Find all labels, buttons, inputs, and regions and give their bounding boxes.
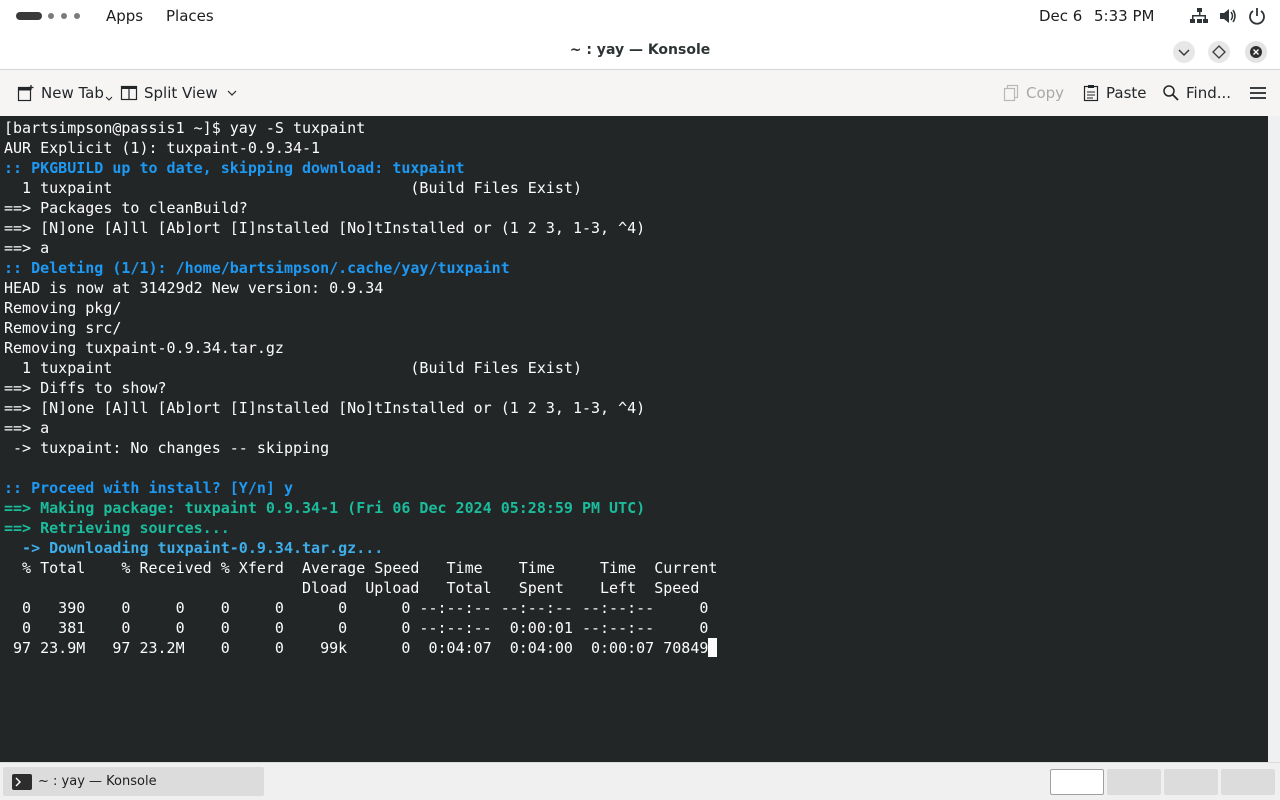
bottom-taskbar: ~ : yay — Konsole	[0, 762, 1280, 800]
terminal-line: 1 tuxpaint (Build Files Exist)	[4, 179, 582, 197]
terminal-line: HEAD is now at 31429d2 New version: 0.9.…	[4, 279, 384, 297]
terminal-line: :: Proceed with install? [Y/n] y	[4, 479, 293, 497]
copy-button[interactable]: Copy	[1002, 83, 1064, 103]
volume-icon[interactable]	[1219, 7, 1237, 25]
taskbar-item-label: ~ : yay — Konsole	[38, 774, 157, 789]
terminal-line: Dload Upload Total Spent Left Speed	[4, 579, 700, 597]
clock-date[interactable]: Dec 6	[1039, 7, 1082, 25]
activities-indicator[interactable]	[16, 12, 80, 20]
terminal-line: ==> [N]one [A]ll [Ab]ort [I]nstalled [No…	[4, 219, 646, 237]
new-tab-label: New Tab	[41, 84, 104, 102]
workspace-2[interactable]	[1107, 769, 1161, 795]
terminal-line: :: PKGBUILD up to date, skipping downloa…	[4, 159, 465, 177]
terminal-line: [bartsimpson@passis1 ~]$ yay -S tuxpaint	[4, 119, 366, 137]
terminal-cursor	[708, 638, 718, 657]
terminal-line: % Total % Received % Xferd Average Speed…	[4, 559, 718, 577]
terminal-output[interactable]: [bartsimpson@passis1 ~]$ yay -S tuxpaint…	[0, 116, 1268, 762]
terminal-icon	[12, 773, 32, 790]
close-button[interactable]	[1245, 41, 1267, 63]
paste-label: Paste	[1106, 84, 1147, 102]
paste-icon	[1083, 85, 1099, 102]
power-icon[interactable]	[1248, 7, 1266, 25]
copy-label: Copy	[1026, 84, 1065, 102]
chevron-down-icon	[1178, 49, 1190, 57]
terminal-line: ==> Diffs to show?	[4, 379, 167, 397]
terminal-line: :: Deleting (1/1): /home/bartsimpson/.ca…	[4, 259, 510, 277]
diamond-icon	[1212, 45, 1226, 59]
chevron-down-icon	[105, 96, 113, 101]
hamburger-menu-button[interactable]	[1249, 83, 1273, 103]
terminal-line: -> Downloading tuxpaint-0.9.34.tar.gz...	[4, 539, 384, 557]
terminal-line: ==> a	[4, 419, 50, 437]
terminal-line: 0 390 0 0 0 0 0 0 --:--:-- --:--:-- --:-…	[4, 599, 709, 617]
terminal-line: ==> Packages to cleanBuild?	[4, 199, 248, 217]
terminal-line: Removing src/	[4, 319, 122, 337]
chevron-down-icon	[227, 90, 237, 96]
workspace-1[interactable]	[1050, 769, 1104, 795]
workspace-3[interactable]	[1164, 769, 1218, 795]
apps-menu[interactable]: Apps	[106, 7, 143, 25]
new-tab-button[interactable]: New Tab	[17, 83, 119, 103]
close-icon	[1250, 46, 1262, 58]
terminal-scrollbar[interactable]	[1268, 116, 1280, 762]
terminal-line: ==> [N]one [A]ll [Ab]ort [I]nstalled [No…	[4, 399, 646, 417]
terminal-line: AUR Explicit (1): tuxpaint-0.9.34-1	[4, 139, 321, 157]
new-tab-icon	[17, 85, 34, 102]
workspace-4[interactable]	[1221, 769, 1275, 795]
clock-time[interactable]: 5:33 PM	[1094, 7, 1154, 25]
terminal-line: 97 23.9M 97 23.2M 0 0 99k 0 0:04:07 0:04…	[4, 638, 1268, 658]
paste-button[interactable]: Paste	[1082, 83, 1147, 103]
top-bar: Apps Places Dec 6 5:33 PM	[0, 0, 1280, 32]
split-view-icon	[120, 85, 138, 101]
terminal-line: -> tuxpaint: No changes -- skipping	[4, 439, 330, 457]
terminal-line: 0 381 0 0 0 0 0 0 --:--:-- 0:00:01 --:--…	[4, 619, 709, 637]
split-view-button[interactable]: Split View	[120, 83, 244, 103]
find-button[interactable]: Find...	[1162, 83, 1231, 103]
search-icon	[1163, 85, 1179, 101]
network-icon[interactable]	[1190, 7, 1208, 25]
minimize-button[interactable]	[1173, 41, 1195, 63]
window-title: ~ : yay — Konsole	[569, 42, 711, 58]
terminal-line: 1 tuxpaint (Build Files Exist)	[4, 359, 582, 377]
taskbar-item-konsole[interactable]: ~ : yay — Konsole	[3, 767, 264, 796]
split-view-label: Split View	[144, 84, 218, 102]
maximize-button[interactable]	[1208, 41, 1230, 63]
terminal-line: ==> Retrieving sources...	[4, 519, 230, 537]
places-menu[interactable]: Places	[166, 7, 214, 25]
terminal-line: ==> Making package: tuxpaint 0.9.34-1 (F…	[4, 499, 646, 517]
terminal-line: Removing pkg/	[4, 299, 122, 317]
konsole-toolbar: New Tab Split View Copy Paste Find...	[0, 70, 1280, 116]
terminal-line: ==> a	[4, 239, 50, 257]
window-titlebar: ~ : yay — Konsole	[0, 32, 1280, 70]
hamburger-menu-icon	[1250, 87, 1266, 99]
copy-icon	[1003, 84, 1019, 102]
find-label: Find...	[1186, 84, 1232, 102]
terminal-line: Removing tuxpaint-0.9.34.tar.gz	[4, 339, 284, 357]
